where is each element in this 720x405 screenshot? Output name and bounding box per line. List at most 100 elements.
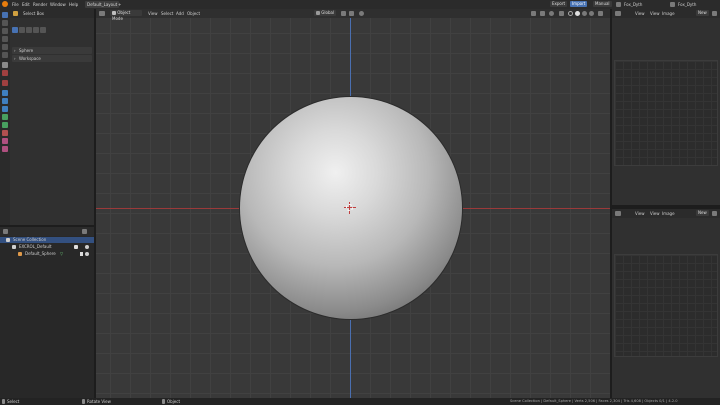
- bevel-tool-icon[interactable]: [2, 106, 8, 112]
- menu-file[interactable]: File: [12, 1, 19, 8]
- spin-tool-icon[interactable]: [2, 138, 8, 144]
- wireframe-shading-icon[interactable]: [568, 11, 573, 16]
- new-image-button[interactable]: New: [696, 210, 709, 216]
- mode-subtract-icon[interactable]: [26, 27, 32, 33]
- mesh-object-icon: [18, 252, 22, 256]
- menu-edit[interactable]: Edit: [22, 1, 30, 8]
- knife-tool-icon[interactable]: [2, 122, 8, 128]
- top-bar: File Edit Render Window Help Default_Lay…: [0, 0, 720, 9]
- panel-sphere[interactable]: › Sphere: [12, 47, 92, 54]
- snap-icon[interactable]: [349, 11, 354, 16]
- close-icon[interactable]: [712, 11, 717, 16]
- mouse-left-icon: [2, 399, 5, 404]
- menu-window[interactable]: Window: [50, 1, 66, 8]
- eye-icon[interactable]: [85, 252, 89, 256]
- mode-invert-icon[interactable]: [33, 27, 39, 33]
- transform-orientation-selector[interactable]: Global: [314, 10, 337, 16]
- new-image-button[interactable]: New: [696, 10, 709, 16]
- manual-button[interactable]: Manual: [593, 1, 612, 7]
- panel-workspace-label: Workspace: [19, 56, 41, 61]
- filter-icon[interactable]: [82, 229, 87, 234]
- solid-shading-icon[interactable]: [575, 11, 580, 16]
- menu-view[interactable]: View: [635, 210, 645, 217]
- pivot-icon[interactable]: [341, 11, 346, 16]
- extrude-tool-icon[interactable]: [2, 90, 8, 96]
- poly-build-tool-icon[interactable]: [2, 130, 8, 136]
- mode-extend-icon[interactable]: [19, 27, 25, 33]
- editor-type-icon[interactable]: [615, 211, 621, 216]
- outliner-editor-icon[interactable]: [3, 229, 8, 234]
- select-tool-icon[interactable]: [2, 12, 8, 18]
- menu-select[interactable]: Select: [161, 10, 173, 17]
- outliner-header: [0, 227, 94, 236]
- editor-type-icon[interactable]: [99, 11, 105, 16]
- import-button[interactable]: Import: [570, 1, 588, 7]
- outliner-row-scene-collection[interactable]: Scene Collection: [0, 237, 94, 243]
- image-canvas[interactable]: [614, 254, 718, 357]
- smooth-tool-icon[interactable]: [2, 146, 8, 152]
- image-canvas[interactable]: [614, 60, 718, 166]
- row-label: Scene Collection: [13, 237, 47, 242]
- 3d-cursor-icon[interactable]: [344, 202, 356, 214]
- close-icon[interactable]: [712, 211, 717, 216]
- move-tool-icon[interactable]: [2, 28, 8, 34]
- visibility-icon[interactable]: [531, 11, 536, 16]
- cursor-tool-icon[interactable]: [2, 20, 8, 26]
- image-editor-top: View View Image New: [612, 9, 720, 205]
- collection-icon: [6, 238, 10, 242]
- menu-object[interactable]: Object: [187, 10, 200, 17]
- mouse-right-icon: [162, 399, 165, 404]
- scene-selector[interactable]: Fox_Dyth: [624, 1, 642, 8]
- row-label: Default_Sphere: [25, 251, 56, 256]
- measure-tool-icon[interactable]: [2, 70, 8, 76]
- outliner-row-collection[interactable]: EXCROL_Default: [0, 244, 94, 250]
- view-layer-selector[interactable]: Fox_Dyth: [678, 1, 696, 8]
- blender-logo-icon[interactable]: [2, 1, 8, 7]
- menu-help[interactable]: Help: [69, 1, 78, 8]
- image-editor-bottom: View View Image New: [612, 209, 720, 398]
- menu-view[interactable]: View: [635, 10, 645, 17]
- loop-cut-tool-icon[interactable]: [2, 114, 8, 120]
- inset-tool-icon[interactable]: [2, 98, 8, 104]
- row-label: EXCROL_Default: [19, 244, 52, 249]
- annotate-tool-icon[interactable]: [2, 62, 8, 68]
- rendered-shading-icon[interactable]: [589, 11, 594, 16]
- add-workspace-button[interactable]: +: [116, 1, 123, 8]
- menu-view[interactable]: View: [650, 210, 660, 217]
- orientation-icon: [316, 11, 320, 15]
- checkbox-icon[interactable]: [74, 245, 78, 249]
- status-rotate-view: Rotate View: [87, 399, 111, 404]
- outliner-row-object[interactable]: Default_Sphere ▽: [0, 251, 94, 257]
- eye-icon[interactable]: [85, 245, 89, 249]
- chevron-right-icon: ›: [14, 48, 16, 53]
- xray-icon[interactable]: [559, 11, 564, 16]
- menu-view[interactable]: View: [650, 10, 660, 17]
- gizmo-icon[interactable]: [540, 11, 545, 16]
- menu-image[interactable]: Image: [662, 10, 675, 17]
- proportional-edit-icon[interactable]: [359, 11, 364, 16]
- transform-tool-icon[interactable]: [2, 52, 8, 58]
- outliner-panel: Scene Collection EXCROL_Default Default_…: [0, 227, 94, 398]
- tool-shelf: [0, 9, 10, 225]
- add-cube-tool-icon[interactable]: [2, 80, 8, 86]
- menu-add[interactable]: Add: [176, 10, 184, 17]
- active-tool-label: Select Box: [23, 11, 45, 16]
- overlays-icon[interactable]: [549, 11, 554, 16]
- mode-set-icon[interactable]: [12, 27, 18, 33]
- mode-selector[interactable]: Object Mode: [110, 10, 142, 21]
- rotate-tool-icon[interactable]: [2, 36, 8, 42]
- tab-default-layout[interactable]: Default_Layout: [85, 1, 120, 8]
- menu-view[interactable]: View: [148, 10, 158, 17]
- select-arrow-icon[interactable]: [80, 252, 83, 256]
- shading-options-icon[interactable]: [598, 11, 603, 16]
- panel-workspace[interactable]: › Workspace: [12, 55, 92, 62]
- status-select: Select: [7, 399, 20, 404]
- mouse-middle-icon: [82, 399, 85, 404]
- editor-type-icon[interactable]: [615, 11, 621, 16]
- scale-tool-icon[interactable]: [2, 44, 8, 50]
- menu-image[interactable]: Image: [662, 210, 675, 217]
- material-shading-icon[interactable]: [582, 11, 587, 16]
- mode-intersect-icon[interactable]: [40, 27, 46, 33]
- menu-render[interactable]: Render: [33, 1, 47, 8]
- export-button[interactable]: Export: [550, 1, 568, 7]
